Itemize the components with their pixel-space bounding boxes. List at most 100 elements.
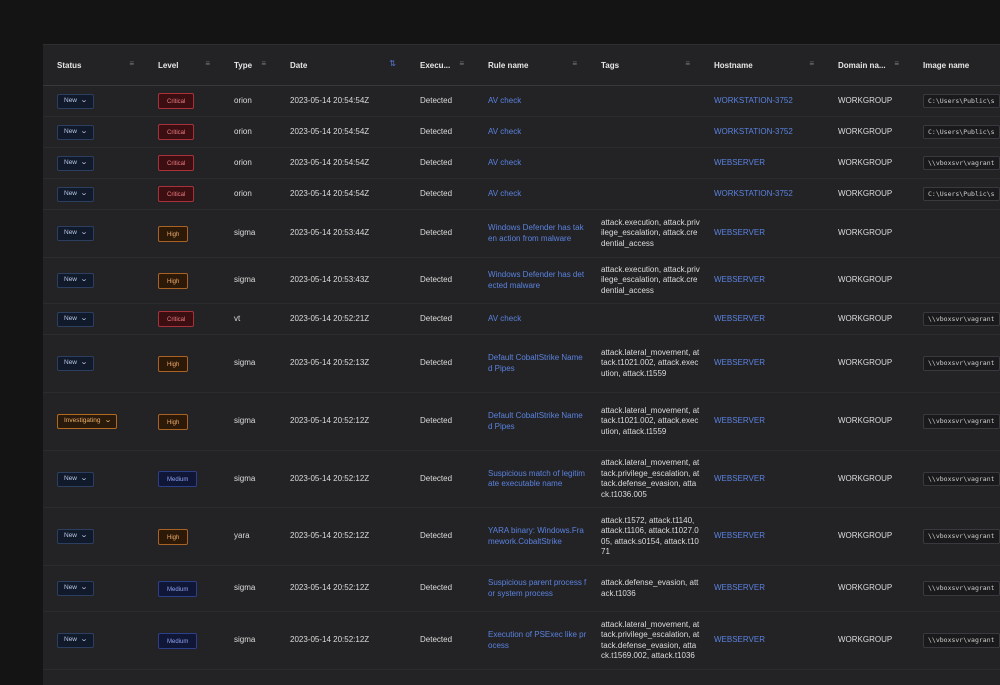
domain-value: WORKGROUP	[838, 313, 893, 323]
filter-icon[interactable]: ≡	[809, 59, 814, 68]
chevron-down-icon: ⌄	[79, 584, 89, 592]
domain-cell: WORKGROUP	[824, 392, 909, 451]
rule-name-link[interactable]: Suspicious match of legitimate executabl…	[488, 469, 585, 489]
table-row[interactable]: New ⌄ High sigma 2023-05-14 20:53:43Z Detecte…	[43, 257, 1000, 304]
chevron-down-icon: ⌄	[79, 158, 89, 166]
status-cell: New ⌄	[43, 507, 144, 566]
execution-value: Detected	[420, 358, 453, 368]
status-dropdown[interactable]: New ⌄	[57, 356, 94, 371]
table-row[interactable]: New ⌄ Critical orion 2023-05-14 20:54:54Z Det…	[43, 147, 1000, 179]
table-row[interactable]: New ⌄ Medium sigma 2023-05-14 20:52:12Z Detec…	[43, 565, 1000, 612]
hostname-link[interactable]: WEBSERVER	[714, 275, 765, 284]
status-dropdown[interactable]: New ⌄	[57, 633, 94, 648]
rule-name-link[interactable]: Windows Defender has taken action from m…	[488, 223, 584, 243]
column-header-level[interactable]: Level ≡	[144, 45, 220, 86]
domain-value: WORKGROUP	[838, 635, 893, 645]
column-header-date[interactable]: Date ⇅	[276, 45, 406, 86]
status-dropdown[interactable]: New ⌄	[57, 93, 94, 109]
rule-name-link[interactable]: YARA binary: Windows.Framework.CobaltStr…	[488, 526, 584, 546]
hostname-link[interactable]: WEBSERVER	[714, 158, 765, 167]
status-label: New	[64, 532, 78, 540]
rule-name-link[interactable]: AV check	[488, 189, 521, 198]
column-header-hostname[interactable]: Hostname ≡	[700, 45, 824, 86]
rule-name-link[interactable]: Windows Defender has detected malware	[488, 270, 584, 290]
column-header-execution[interactable]: Execu... ≡	[406, 45, 474, 86]
status-label: New	[64, 474, 78, 482]
table-row[interactable]: New ⌄ Critical orion 2023-05-14 20:54:54Z Det…	[43, 178, 1000, 210]
rule-name-link[interactable]: Suspicious parent process for system pro…	[488, 578, 586, 598]
status-dropdown[interactable]: New ⌄	[57, 226, 94, 241]
hostname-link[interactable]: WEBSERVER	[714, 416, 765, 425]
filter-icon[interactable]: ≡	[894, 59, 899, 68]
column-header-image-name[interactable]: Image name	[909, 45, 1000, 86]
table-row[interactable]: New ⌄ High sigma 2023-05-14 20:53:44Z Detecte…	[43, 209, 1000, 258]
table-row[interactable]: New ⌄ Critical orion 2023-05-14 20:54:54Z Det…	[43, 85, 1000, 117]
tags-value: attack.defense_evasion, attack.t1036	[601, 578, 699, 598]
table-row[interactable]: New ⌄ Medium sigma 2023-05-14 20:52:12Z Detec…	[43, 450, 1000, 508]
tags-cell: attack.lateral_movement, attack.t1021.00…	[587, 392, 700, 451]
hostname-link[interactable]: WEBSERVER	[714, 583, 765, 592]
rule-name-link[interactable]: Default CobaltStrike Named Pipes	[488, 353, 583, 373]
rule-name-link[interactable]: Execution of PSExec like process	[488, 630, 586, 650]
table-row[interactable]: New ⌄ Critical vt 2023-05-14 20:52:21Z Detect…	[43, 303, 1000, 335]
status-dropdown[interactable]: New ⌄	[57, 186, 94, 202]
image-name-value: \\vboxsvr\vagrant	[923, 311, 1000, 327]
filter-icon[interactable]: ≡	[685, 59, 690, 68]
column-header-domain-name[interactable]: Domain na... ≡	[824, 45, 909, 86]
sort-icon[interactable]: ⇅	[389, 59, 396, 68]
column-header-type[interactable]: Type ≡	[220, 45, 276, 86]
execution-cell: Detected	[406, 303, 474, 335]
type-value: sigma	[234, 583, 256, 593]
table-row[interactable]: New ⌄ Critical orion 2023-05-14 20:54:54Z Det…	[43, 116, 1000, 148]
rule-name-link[interactable]: AV check	[488, 96, 521, 105]
table-row[interactable]: New ⌄ High sigma 2023-05-14 20:52:13Z Detecte…	[43, 334, 1000, 393]
date-cell: 2023-05-14 20:52:12Z	[276, 611, 406, 670]
hostname-link[interactable]: WEBSERVER	[714, 635, 765, 644]
table-row[interactable]: New ⌄ Medium sigma 2023-05-14 20:52:12Z Detec…	[43, 611, 1000, 670]
status-dropdown[interactable]: New ⌄	[57, 471, 94, 487]
date-value: 2023-05-14 20:52:12Z	[290, 583, 370, 593]
domain-cell: WORKGROUP	[824, 334, 909, 393]
filter-icon[interactable]: ≡	[129, 59, 134, 68]
status-dropdown[interactable]: New ⌄	[57, 273, 94, 288]
column-header-tags[interactable]: Tags ≡	[587, 45, 700, 86]
level-badge: Critical	[158, 155, 195, 171]
rule-name-link[interactable]: AV check	[488, 314, 521, 323]
hostname-link[interactable]: WORKSTATION-3752	[714, 189, 793, 198]
status-dropdown[interactable]: New ⌄	[57, 155, 94, 171]
column-header-status[interactable]: Status ≡	[43, 45, 144, 86]
status-dropdown[interactable]: New ⌄	[57, 311, 94, 327]
filter-icon[interactable]: ≡	[572, 59, 577, 68]
column-header-rule-name[interactable]: Rule name ≡	[474, 45, 587, 86]
hostname-link[interactable]: WEBSERVER	[714, 474, 765, 483]
hostname-link[interactable]: WORKSTATION-3752	[714, 96, 793, 105]
image-name-cell	[909, 209, 1000, 258]
hostname-link[interactable]: WEBSERVER	[714, 531, 765, 540]
status-dropdown[interactable]: New ⌄	[57, 581, 94, 596]
date-value: 2023-05-14 20:52:12Z	[290, 531, 370, 541]
rule-name-link[interactable]: Default CobaltStrike Named Pipes	[488, 411, 583, 431]
status-dropdown[interactable]: New ⌄	[57, 124, 94, 140]
status-dropdown[interactable]: Investigating ⌄	[57, 414, 118, 429]
rule-name-link[interactable]: AV check	[488, 127, 521, 136]
hostname-link[interactable]: WEBSERVER	[714, 358, 765, 367]
hostname-link[interactable]: WORKSTATION-3752	[714, 127, 793, 136]
execution-cell: Detected	[406, 611, 474, 670]
hostname-link[interactable]: WEBSERVER	[714, 314, 765, 323]
rule-name-cell: Suspicious parent process for system pro…	[474, 565, 587, 612]
hostname-link[interactable]: WEBSERVER	[714, 228, 765, 237]
level-badge: Critical	[158, 124, 195, 140]
status-label: New	[64, 189, 78, 197]
filter-icon[interactable]: ≡	[261, 59, 266, 68]
tags-value: attack.lateral_movement, attack.t1021.00…	[601, 405, 700, 436]
execution-cell: Detected	[406, 209, 474, 258]
execution-value: Detected	[420, 126, 453, 136]
rule-name-link[interactable]: AV check	[488, 158, 521, 167]
table-row[interactable]: Investigating ⌄ High sigma 2023-05-14 20:52:…	[43, 392, 1000, 451]
domain-cell: WORKGROUP	[824, 257, 909, 304]
table-row[interactable]: New ⌄ High yara 2023-05-14 20:52:12Z Detected…	[43, 507, 1000, 566]
type-value: orion	[234, 95, 252, 105]
filter-icon[interactable]: ≡	[459, 59, 464, 68]
status-dropdown[interactable]: New ⌄	[57, 529, 94, 544]
filter-icon[interactable]: ≡	[205, 59, 210, 68]
